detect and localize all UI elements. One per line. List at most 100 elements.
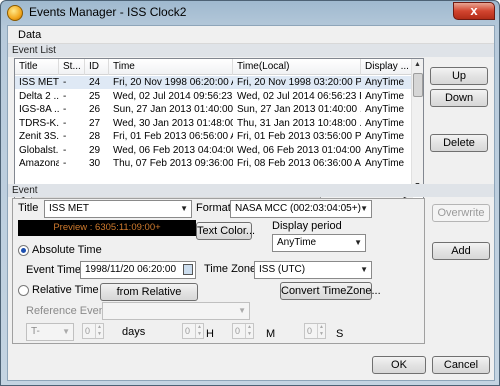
down-button[interactable]: Down [430, 89, 488, 107]
minutes-label: M [266, 328, 276, 340]
cell-time: Fri, 20 Nov 1998 06:20:00 AM [113, 77, 233, 88]
minutes-spinner[interactable]: 0 ▲ ▼ [232, 323, 254, 339]
format-label: Format [196, 202, 231, 214]
reference-event-label: Reference Event [26, 305, 108, 317]
cell-id: 27 [89, 117, 101, 129]
ok-button[interactable]: OK [372, 356, 426, 374]
cell-status: - [63, 131, 67, 142]
reference-event-combo[interactable]: ▼ [102, 302, 250, 320]
cell-id: 25 [89, 90, 101, 102]
title-bar[interactable]: Events Manager - ISS Clock2 x [1, 1, 499, 25]
event-time-label: Event Time [26, 264, 82, 276]
text-color-button[interactable]: Text Color... [196, 222, 255, 240]
cancel-button[interactable]: Cancel [432, 356, 490, 374]
hours-spinner[interactable]: 0 ▲ ▼ [182, 323, 204, 339]
close-button[interactable]: x [453, 2, 495, 20]
cell-display: AnyTime [365, 104, 405, 115]
time-zone-value: ISS (UTC) [259, 264, 306, 275]
spinner-arrows-icon[interactable]: ▲ ▼ [317, 324, 325, 338]
cell-time-local: Thu, 31 Jan 2013 10:48:00 ... [237, 117, 361, 129]
calendar-icon[interactable] [183, 264, 193, 275]
overwrite-button[interactable]: Overwrite [432, 204, 490, 222]
spinner-arrows-icon[interactable]: ▲ ▼ [195, 324, 203, 338]
table-row[interactable]: IGS-8A ... - 26 Sun, 27 Jan 2013 01:40:00 .… [15, 103, 413, 116]
table-row[interactable]: Delta 2 ... - 25 Wed, 02 Jul 2014 09:56:23 … [15, 90, 413, 103]
display-period-value: AnyTime [277, 237, 317, 248]
add-button[interactable]: Add [432, 242, 490, 260]
cell-title: Amazona... [19, 158, 59, 169]
chevron-down-icon: ▼ [360, 204, 368, 213]
column-header-display[interactable]: Display ... [361, 59, 413, 75]
cell-time-local: Fri, 01 Feb 2013 03:56:00 PM [237, 131, 361, 142]
cell-time-local: Fri, 20 Nov 1998 03:20:00 PM [237, 77, 361, 88]
cell-display: AnyTime [365, 117, 405, 129]
hours-label: H [206, 328, 214, 340]
cell-title: TDRS-K... [19, 117, 59, 129]
preview-display: Preview : 6305:11:09:00+ [18, 220, 196, 236]
event-time-value: 1998/11/20 06:20:00 [85, 264, 177, 275]
cell-id: 30 [89, 158, 101, 169]
list-vertical-scrollbar[interactable]: ▲ ▼ [411, 59, 423, 191]
menu-bar: Data [8, 26, 494, 44]
absolute-time-label[interactable]: Absolute Time [32, 244, 102, 256]
table-row[interactable]: Amazona...- 30 Thu, 07 Feb 2013 09:36:00 .… [15, 157, 413, 170]
list-header: Title St... ID Time Time(Local) Display … [15, 59, 423, 75]
seconds-value: 0 [307, 326, 313, 336]
cell-time: Wed, 30 Jan 2013 01:48:00 ... [113, 117, 233, 129]
table-row[interactable]: Zenit 3S...- 28 Fri, 01 Feb 2013 06:56:00 … [15, 130, 413, 143]
cell-id: 26 [89, 104, 101, 115]
column-header-time[interactable]: Time [109, 59, 233, 75]
seconds-label: S [336, 328, 344, 340]
event-time-picker[interactable]: 1998/11/20 06:20:00 [80, 261, 196, 279]
table-row[interactable]: Globalst...- 29 Wed, 06 Feb 2013 04:04:00 … [15, 144, 413, 157]
column-header-status[interactable]: St... [59, 59, 85, 75]
cell-time-local: Sun, 27 Jan 2013 01:40:00 ... [237, 104, 361, 115]
cell-id: 29 [89, 144, 101, 156]
event-list-section-label: Event List [8, 44, 494, 57]
dialog-client-area: Data Event List Title St... ID Time Time… [7, 25, 495, 381]
cell-status: - [63, 104, 67, 115]
table-row[interactable]: ISS MET - 24 Fri, 20 Nov 1998 06:20:00 AM Fr… [15, 76, 413, 89]
menu-item-data[interactable]: Data [18, 29, 41, 41]
column-header-title[interactable]: Title [15, 59, 59, 75]
format-combo[interactable]: NASA MCC (002:03:04:05+) ▼ [230, 200, 372, 218]
seconds-spinner[interactable]: 0 ▲ ▼ [304, 323, 326, 339]
display-period-combo[interactable]: AnyTime ▼ [272, 234, 366, 252]
cell-status: - [63, 90, 67, 102]
display-period-label: Display period [272, 220, 342, 232]
relative-time-radio[interactable] [18, 285, 29, 296]
cell-display: AnyTime [365, 158, 405, 169]
chevron-down-icon: ▼ [238, 306, 246, 315]
days-spinner[interactable]: 0 ▲ ▼ [82, 323, 104, 339]
chevron-down-icon: ▼ [180, 204, 188, 213]
hours-value: 0 [185, 326, 191, 336]
scroll-up-arrow-icon[interactable]: ▲ [414, 61, 421, 68]
spinner-arrows-icon[interactable]: ▲ ▼ [245, 324, 253, 338]
from-relative-button[interactable]: from Relative [100, 283, 198, 301]
events-manager-window: Events Manager - ISS Clock2 x Data Event… [0, 0, 500, 386]
event-section-label: Event [8, 184, 494, 197]
time-zone-combo[interactable]: ISS (UTC) ▼ [254, 261, 372, 279]
title-combo-value: ISS MET [49, 203, 90, 214]
vertical-scroll-thumb[interactable] [413, 73, 423, 97]
convert-timezone-button[interactable]: Convert TimeZone... [280, 282, 381, 300]
chevron-down-icon: ▼ [360, 265, 368, 274]
cell-time: Wed, 02 Jul 2014 09:56:23 ... [113, 90, 233, 102]
cell-time-local: Fri, 08 Feb 2013 06:36:00 AM [237, 158, 361, 169]
cell-id: 28 [89, 131, 101, 142]
table-row[interactable]: TDRS-K...- 27 Wed, 30 Jan 2013 01:48:00 ..… [15, 117, 413, 130]
relative-time-label[interactable]: Relative Time [32, 284, 99, 296]
title-combo[interactable]: ISS MET ▼ [44, 200, 192, 218]
spinner-arrows-icon[interactable]: ▲ ▼ [95, 324, 103, 338]
up-button[interactable]: Up [430, 67, 488, 85]
cell-id: 24 [89, 77, 101, 88]
cell-display: AnyTime [365, 144, 405, 156]
column-header-id[interactable]: ID [85, 59, 109, 75]
chevron-down-icon: ▼ [62, 327, 70, 336]
absolute-time-radio[interactable] [18, 245, 29, 256]
time-zone-label: Time Zone [204, 263, 257, 275]
sign-combo[interactable]: T- ▼ [26, 323, 74, 341]
cell-time-local: Wed, 02 Jul 2014 06:56:23 PM [237, 90, 361, 102]
delete-button[interactable]: Delete [430, 134, 488, 152]
column-header-time-local[interactable]: Time(Local) [233, 59, 361, 75]
